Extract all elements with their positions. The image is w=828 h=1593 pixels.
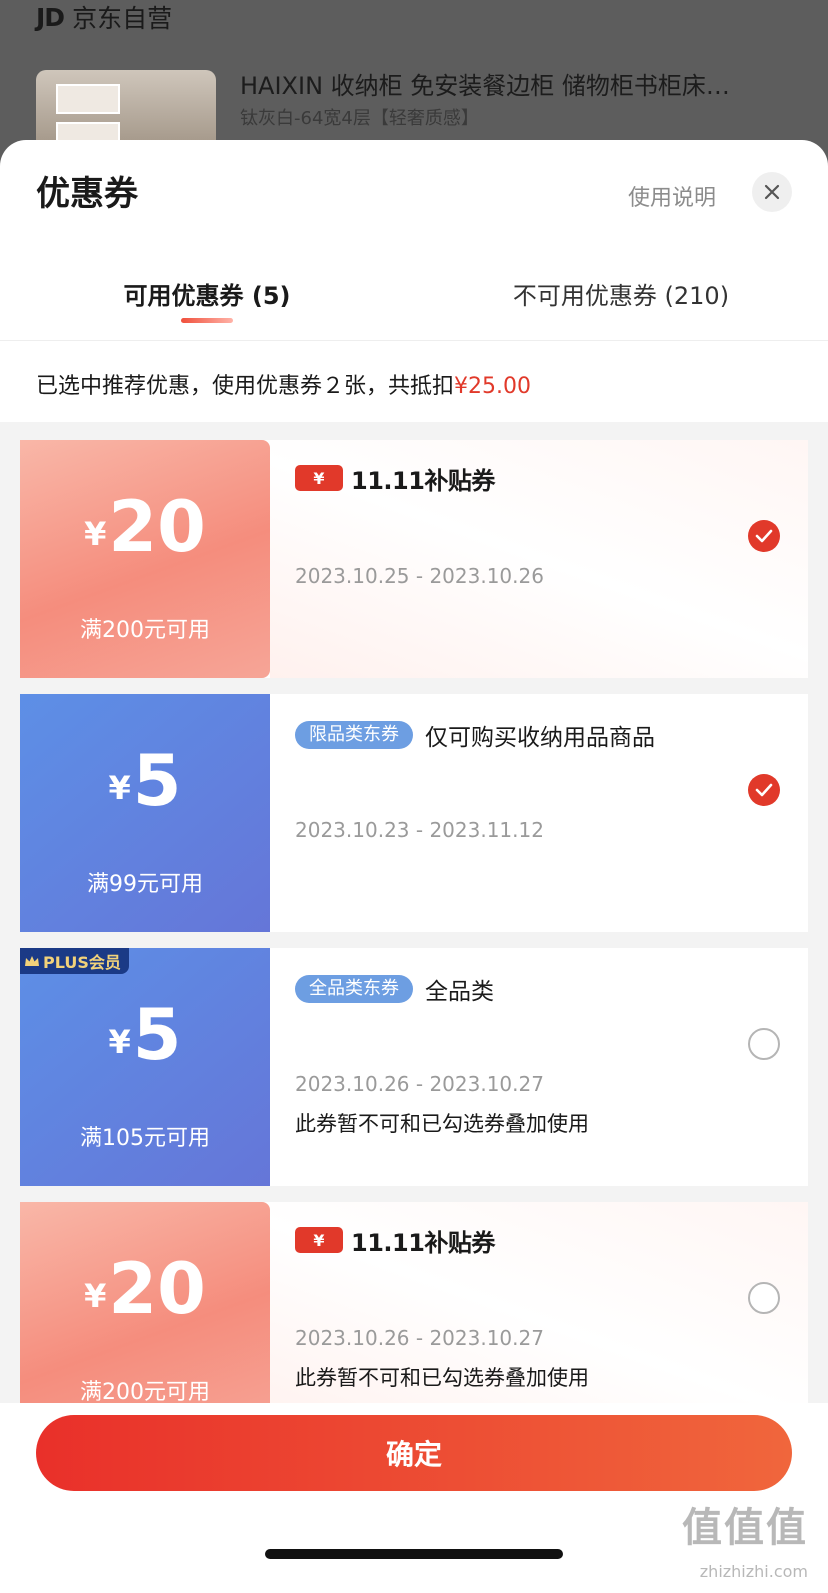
coupon-card[interactable]: PLUS会员 ¥5 满105元可用 全品类东券 全品类 2023.10.26 -… — [20, 948, 808, 1186]
coupon-threshold: 满200元可用 — [80, 1380, 210, 1405]
coupon-info: 限品类东券 仅可购买收纳用品商品 2023.10.23 - 2023.11.12 — [270, 694, 808, 932]
coupon-checkbox-unchecked[interactable] — [748, 1282, 780, 1314]
currency-symbol: ¥ — [108, 1023, 131, 1061]
coupon-value: 5 — [132, 740, 182, 822]
coupon-value-panel: ¥5 满105元可用 — [20, 948, 270, 1186]
coupon-amount: ¥5 — [20, 746, 270, 816]
coupon-category-row: 限品类东券 仅可购买收纳用品商品 — [295, 718, 655, 752]
sheet-title: 优惠券 — [36, 174, 138, 214]
store-header: JD 京东自营 — [36, 0, 172, 34]
coupon-info: ¥ 11.11补贴券 2023.10.25 - 2023.10.26 — [270, 440, 808, 678]
coupon-conflict-note: 此券暂不可和已勾选券叠加使用 — [295, 1366, 589, 1390]
check-icon — [755, 529, 773, 543]
coupon-date-range: 2023.10.23 - 2023.11.12 — [295, 818, 544, 842]
coupon-amount: ¥5 — [20, 1000, 270, 1070]
close-button[interactable] — [752, 172, 792, 212]
watermark-url: zhizhizhi.com — [699, 1562, 808, 1581]
shelf-shape — [56, 84, 120, 114]
coupon-value-panel: ¥20 满200元可用 — [20, 440, 270, 678]
confirm-button[interactable]: 确定 — [36, 1415, 792, 1491]
home-indicator — [265, 1549, 563, 1559]
coupon-sheet: 优惠券 使用说明 可用优惠券 (5) 不可用优惠券 (210) 已选中推荐优惠，… — [0, 140, 828, 1593]
currency-symbol: ¥ — [84, 1277, 107, 1315]
subsidy-badge: ¥ 11.11补贴券 — [295, 1226, 495, 1257]
currency-symbol: ¥ — [108, 769, 131, 807]
coupon-card[interactable]: ¥5 满99元可用 限品类东券 仅可购买收纳用品商品 2023.10.23 - … — [20, 694, 808, 932]
yen-tag-icon: ¥ — [295, 465, 343, 491]
coupon-card[interactable]: ¥20 满200元可用 ¥ 11.11补贴券 2023.10.25 - 2023… — [20, 440, 808, 678]
yen-tag-icon: ¥ — [295, 1227, 343, 1253]
coupon-checkbox-checked[interactable] — [748, 520, 780, 552]
plus-member-badge: PLUS会员 — [20, 948, 129, 974]
tab-available[interactable]: 可用优惠券 (5) — [0, 276, 414, 311]
coupon-threshold: 满200元可用 — [80, 618, 210, 643]
product-spec: 钛灰白-64宽4层【轻奢质感】 — [240, 108, 479, 129]
coupon-value-panel: ¥5 满99元可用 — [20, 694, 270, 932]
selection-summary: 已选中推荐优惠，使用优惠券２张，共抵扣¥25.00 — [36, 368, 531, 400]
coupon-amount: ¥20 — [20, 1254, 270, 1324]
subsidy-title: 11.11补贴券 — [351, 1228, 495, 1257]
summary-text: 已选中推荐优惠，使用优惠券２张，共抵扣 — [36, 374, 455, 399]
jd-logo: JD — [36, 2, 65, 32]
coupon-value: 20 — [108, 486, 206, 568]
coupon-value: 5 — [132, 994, 182, 1076]
crown-icon — [25, 955, 39, 966]
check-icon — [755, 783, 773, 797]
plus-label: PLUS会员 — [43, 953, 121, 972]
coupon-tabs: 可用优惠券 (5) 不可用优惠券 (210) — [0, 260, 828, 341]
category-tag: 限品类东券 — [295, 721, 413, 749]
coupon-list: ¥20 满200元可用 ¥ 11.11补贴券 2023.10.25 - 2023… — [0, 422, 828, 1440]
usage-help-link[interactable]: 使用说明 — [628, 180, 716, 212]
coupon-threshold: 满99元可用 — [87, 872, 203, 897]
coupon-checkbox-unchecked[interactable] — [748, 1028, 780, 1060]
coupon-value: 20 — [108, 1248, 206, 1330]
tab-unavailable[interactable]: 不可用优惠券 (210) — [414, 276, 828, 311]
subsidy-title: 11.11补贴券 — [351, 466, 495, 495]
watermark-logo: 值值值 — [682, 1505, 808, 1551]
store-name: 京东自营 — [72, 4, 173, 33]
coupon-threshold: 满105元可用 — [80, 1126, 210, 1151]
coupon-date-range: 2023.10.26 - 2023.10.27 — [295, 1326, 544, 1350]
coupon-checkbox-checked[interactable] — [748, 774, 780, 806]
coupon-info: 全品类东券 全品类 2023.10.26 - 2023.10.27 此券暂不可和… — [270, 948, 808, 1186]
product-title: HAIXIN 收纳柜 免安装餐边柜 储物柜书柜床… — [240, 72, 730, 100]
coupon-conflict-note: 此券暂不可和已勾选券叠加使用 — [295, 1112, 589, 1136]
coupon-category-row: 全品类东券 全品类 — [295, 972, 494, 1006]
category-description: 全品类 — [425, 979, 494, 1005]
coupon-date-range: 2023.10.25 - 2023.10.26 — [295, 564, 544, 588]
coupon-amount: ¥20 — [20, 492, 270, 562]
summary-amount: ¥25.00 — [454, 374, 531, 399]
close-icon — [764, 184, 780, 200]
currency-symbol: ¥ — [84, 515, 107, 553]
category-tag: 全品类东券 — [295, 975, 413, 1003]
subsidy-badge: ¥ 11.11补贴券 — [295, 464, 495, 495]
category-description: 仅可购买收纳用品商品 — [425, 725, 655, 751]
active-tab-indicator — [181, 318, 233, 323]
coupon-date-range: 2023.10.26 - 2023.10.27 — [295, 1072, 544, 1096]
